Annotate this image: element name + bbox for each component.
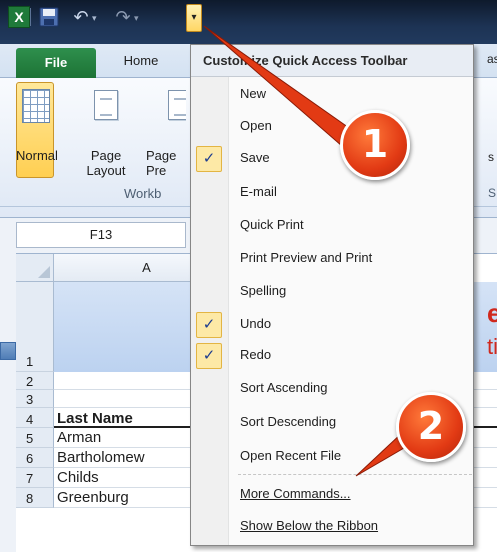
callout-badge-1: 1 bbox=[340, 110, 410, 180]
callout-arrows bbox=[203, 25, 429, 477]
arrow-1 bbox=[203, 25, 353, 147]
callout-badge-2: 2 bbox=[396, 392, 466, 462]
